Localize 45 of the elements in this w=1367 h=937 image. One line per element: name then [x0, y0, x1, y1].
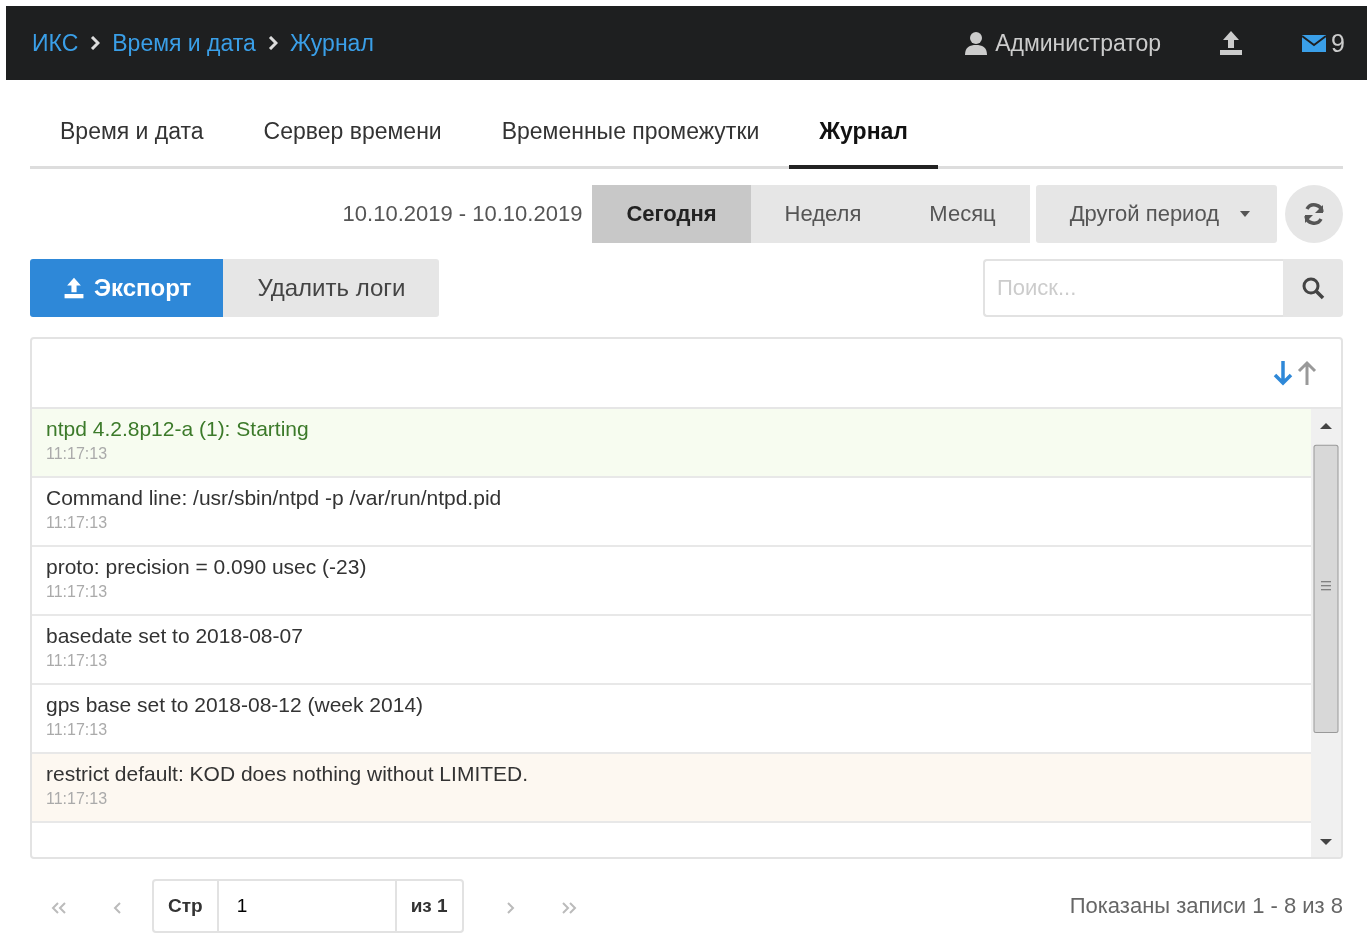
scrollbar[interactable] [1311, 409, 1341, 857]
log-time: 11:17:13 [46, 445, 109, 463]
tab[interactable]: Журнал [789, 100, 938, 169]
log-message: Command line: /usr/sbin/ntpd -p /var/run/ntpd.pid [46, 486, 503, 510]
search-icon [1301, 276, 1325, 300]
breadcrumb-link[interactable]: Журнал [289, 29, 374, 57]
log-time: 11:17:13 [46, 721, 109, 739]
search-button[interactable] [1283, 259, 1343, 317]
log-time: 11:17:13 [46, 514, 109, 532]
upload-icon [62, 276, 86, 300]
log-message: basedate set to 2018-08-07 [46, 624, 304, 648]
log-message: ntpd 4.2.8p12-a (1): Starting [46, 417, 310, 441]
refresh-icon [1302, 202, 1326, 226]
log-time: 11:17:13 [46, 583, 109, 601]
log-message: proto: precision = 0.090 usec (-23) [46, 555, 368, 579]
user-icon [963, 30, 990, 56]
log-time: 11:17:13 [46, 790, 109, 808]
chevron-left-icon [113, 902, 121, 914]
breadcrumb-link[interactable]: Время и дата [112, 29, 256, 57]
tab[interactable]: Время и дата [30, 100, 234, 169]
user-menu[interactable]: Администратор [963, 29, 1162, 57]
page-field[interactable]: Стр 1 из 1 [152, 879, 464, 933]
period-dropdown[interactable]: Другой период [1035, 185, 1277, 243]
records-summary: Показаны записи 1 - 8 из 8 [1069, 893, 1343, 919]
caret-icon [1239, 210, 1251, 218]
page-count: из 1 [409, 894, 449, 918]
breadcrumb-link[interactable]: ИКС [32, 29, 79, 57]
chevron-icon [90, 36, 101, 50]
export-button[interactable]: Экспорт [30, 259, 224, 317]
log-message: gps base set to 2018-08-12 (week 2014) [46, 693, 425, 717]
period-button[interactable]: Неделя [750, 185, 896, 243]
date-range: 10.10.2019 - 10.10.2019 [342, 201, 583, 227]
tab[interactable]: Временные промежутки [471, 100, 790, 169]
period-button[interactable]: Сегодня [592, 185, 751, 243]
delete-logs-button[interactable]: Удалить логи [223, 259, 440, 317]
messages-button[interactable]: 9 [1301, 28, 1345, 58]
period-button[interactable]: Месяц [895, 185, 1030, 243]
double-chevron-left-icon [51, 902, 67, 914]
log-time: 11:17:13 [46, 652, 109, 670]
chevron-right-icon [506, 902, 515, 914]
page-label: Стр [167, 894, 204, 918]
double-chevron-right-icon [560, 902, 577, 914]
tab[interactable]: Сервер времени [233, 100, 472, 169]
log-message: restrict default: KOD does nothing without LIMITED. [46, 762, 530, 786]
chevron-icon [267, 36, 278, 50]
